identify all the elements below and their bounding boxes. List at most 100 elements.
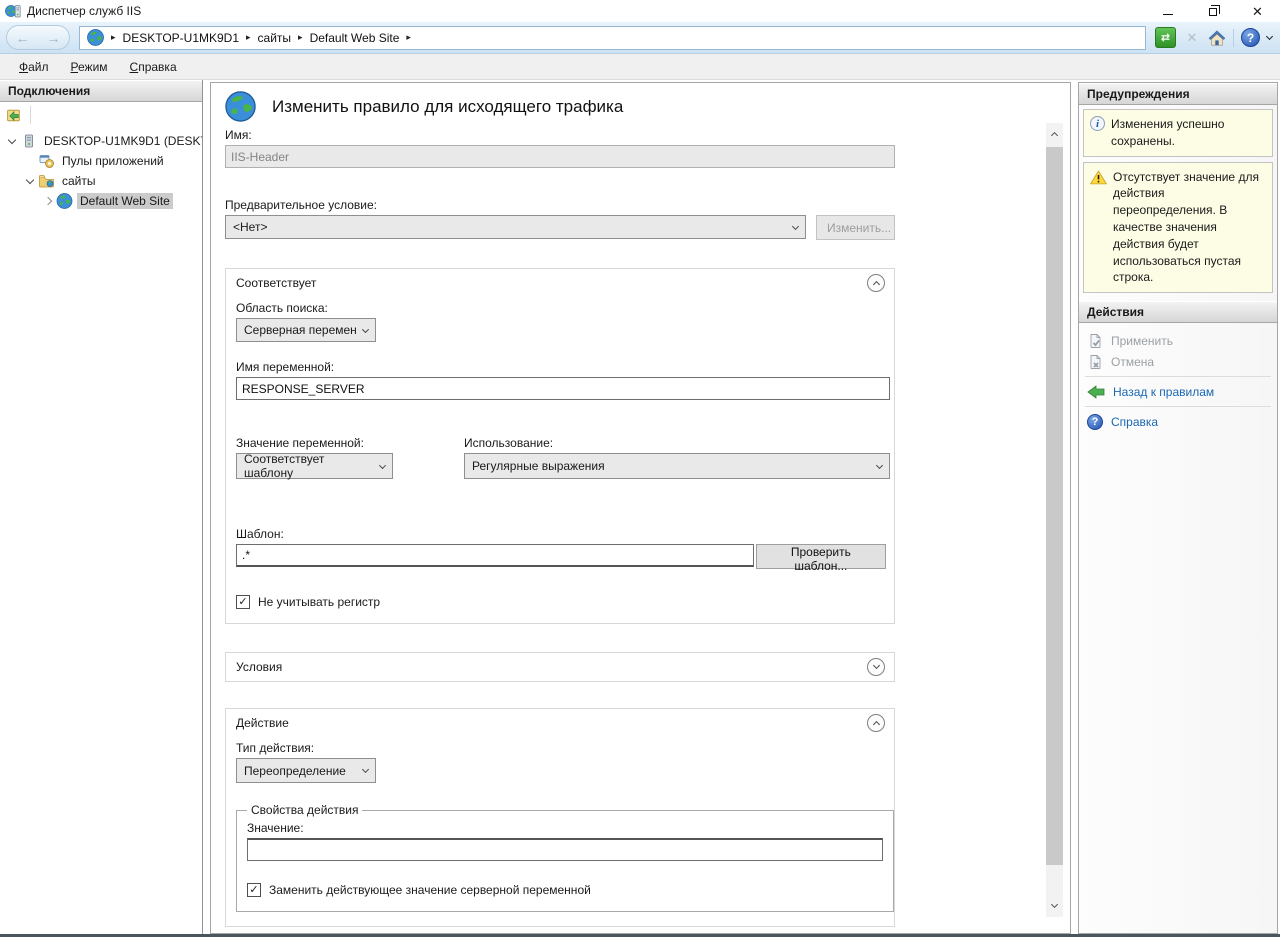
test-pattern-button[interactable]: Проверить шаблон...	[756, 544, 886, 569]
warnings-header: Предупреждения	[1079, 83, 1277, 105]
globe-icon	[87, 29, 104, 46]
match-section-body: Область поиска: Серверная переменн Имя п…	[226, 297, 894, 623]
new-connection-icon[interactable]	[5, 107, 23, 124]
expand-section-button[interactable]	[867, 658, 885, 676]
breadcrumb-arrow-icon: ▸	[406, 32, 411, 43]
toolbar-divider	[30, 106, 31, 124]
window-title: Диспетчер служб IIS	[27, 4, 141, 18]
action-section-header[interactable]: Действие	[226, 709, 894, 737]
refresh-button[interactable]: ⇄	[1155, 27, 1176, 48]
toolbar-separator	[1233, 29, 1234, 47]
address-bar[interactable]: ▸ DESKTOP-U1MK9D1 ▸ сайты ▸ Default Web …	[79, 26, 1146, 50]
help-dropdown-caret-icon[interactable]	[1266, 33, 1273, 40]
alert-warning: Отсутствует значение для действия переоп…	[1083, 162, 1273, 294]
tree-item-app-pools[interactable]: Пулы приложений	[0, 151, 202, 171]
collapse-section-button[interactable]	[867, 274, 885, 292]
scroll-down-button[interactable]	[1046, 895, 1063, 917]
replace-value-checkbox[interactable]: ✓	[247, 883, 261, 897]
apply-icon	[1087, 333, 1103, 349]
window-controls: ✕	[1145, 0, 1280, 22]
breadcrumb-arrow-icon: ▸	[111, 32, 116, 43]
back-arrow-icon	[1087, 385, 1105, 399]
match-section-header[interactable]: Соответствует	[226, 269, 894, 297]
close-button[interactable]: ✕	[1235, 0, 1280, 22]
variable-value-select[interactable]: Соответствует шаблону	[236, 453, 393, 479]
tree-item-server[interactable]: DESKTOP-U1MK9D1 (DESKTOP	[0, 131, 202, 151]
scroll-up-button[interactable]	[1046, 123, 1063, 145]
connections-panel: Подключения DESKTOP-U1MK9D1 (DESKTOP Пул…	[0, 80, 203, 934]
page-globe-icon	[225, 91, 256, 122]
action-type-select[interactable]: Переопределение	[236, 758, 376, 783]
menu-view[interactable]: Режим	[60, 56, 119, 78]
chevron-up-icon	[1051, 132, 1058, 139]
actions-separator	[1085, 406, 1271, 407]
content-scrollbar[interactable]	[1046, 123, 1063, 917]
scope-select[interactable]: Серверная переменн	[236, 318, 376, 342]
edit-precondition-button: Изменить...	[816, 215, 895, 240]
expand-chevron-icon[interactable]	[26, 176, 34, 184]
match-section: Соответствует Область поиска: Серверная …	[225, 268, 895, 624]
scrollbar-thumb[interactable]	[1046, 147, 1063, 865]
alert-info-text: Изменения успешно сохранены.	[1111, 116, 1266, 150]
action-apply: Применить	[1079, 330, 1277, 351]
tree-item-default-web-site[interactable]: Default Web Site	[0, 191, 202, 211]
forward-button[interactable]: →	[47, 31, 61, 45]
chevron-down-icon	[872, 662, 879, 669]
conditions-section-header[interactable]: Условия	[226, 653, 894, 681]
breadcrumb-site[interactable]: Default Web Site	[310, 31, 400, 45]
action-back-to-rules[interactable]: Назад к правилам	[1079, 381, 1277, 402]
tree-item-sites[interactable]: сайты	[0, 171, 202, 191]
conditions-section: Условия	[225, 652, 895, 682]
dropdown-chevron-icon	[362, 326, 369, 333]
breadcrumb-server[interactable]: DESKTOP-U1MK9D1	[123, 31, 239, 45]
scope-label: Область поиска:	[236, 301, 886, 315]
name-label: Имя:	[225, 128, 895, 142]
info-icon: i	[1090, 116, 1105, 131]
edit-outbound-rule-form: Изменить правило для исходящего трафика …	[225, 91, 895, 927]
ignore-case-label: Не учитывать регистр	[258, 595, 380, 609]
expand-chevron-icon[interactable]	[8, 136, 16, 144]
menu-file[interactable]: Файл	[8, 56, 60, 78]
collapse-chevron-icon[interactable]	[44, 197, 52, 205]
variable-name-label: Имя переменной:	[236, 360, 886, 374]
action-help[interactable]: ? Справка	[1079, 411, 1277, 432]
variable-value-label: Значение переменной:	[236, 436, 393, 450]
alert-info: i Изменения успешно сохранены.	[1083, 109, 1273, 157]
back-button[interactable]: ←	[16, 31, 30, 45]
dropdown-chevron-icon	[379, 461, 386, 468]
menu-help[interactable]: Справка	[119, 56, 188, 78]
collapse-section-button[interactable]	[867, 714, 885, 732]
warning-icon	[1090, 170, 1107, 185]
home-button[interactable]	[1208, 30, 1226, 46]
precondition-label: Предварительное условие:	[225, 198, 895, 212]
breadcrumb-sites[interactable]: сайты	[258, 31, 292, 45]
action-value-input[interactable]	[247, 838, 883, 861]
usage-label: Использование:	[464, 436, 890, 450]
alert-warning-text: Отсутствует значение для действия переоп…	[1113, 169, 1266, 287]
app-icon	[5, 3, 21, 19]
variable-name-input[interactable]	[236, 377, 890, 400]
pattern-input[interactable]	[236, 544, 754, 567]
refresh-icon: ⇄	[1161, 31, 1170, 44]
cancel-icon	[1087, 354, 1103, 370]
dropdown-chevron-icon	[362, 766, 369, 773]
dropdown-chevron-icon	[792, 222, 799, 229]
application-pools-icon	[38, 153, 55, 169]
replace-value-label: Заменить действующее значение серверной …	[269, 883, 591, 897]
precondition-select[interactable]: <Нет>	[225, 215, 806, 239]
workspace: Подключения DESKTOP-U1MK9D1 (DESKTOP Пул…	[0, 80, 1280, 937]
actions-separator	[1085, 376, 1271, 377]
help-button[interactable]: ?	[1241, 28, 1260, 47]
chevron-up-icon	[872, 281, 879, 288]
help-icon: ?	[1087, 414, 1103, 430]
usage-select[interactable]: Регулярные выражения	[464, 453, 890, 479]
restore-button[interactable]	[1190, 0, 1235, 22]
action-cancel: Отмена	[1079, 351, 1277, 372]
name-input	[225, 145, 895, 168]
minimize-button[interactable]	[1145, 0, 1190, 22]
menu-bar: Файл Режим Справка	[0, 54, 1280, 80]
action-properties-legend: Свойства действия	[247, 803, 362, 817]
chevron-up-icon	[872, 721, 879, 728]
ignore-case-checkbox[interactable]: ✓	[236, 595, 250, 609]
right-panel: Предупреждения i Изменения успешно сохра…	[1078, 82, 1278, 934]
